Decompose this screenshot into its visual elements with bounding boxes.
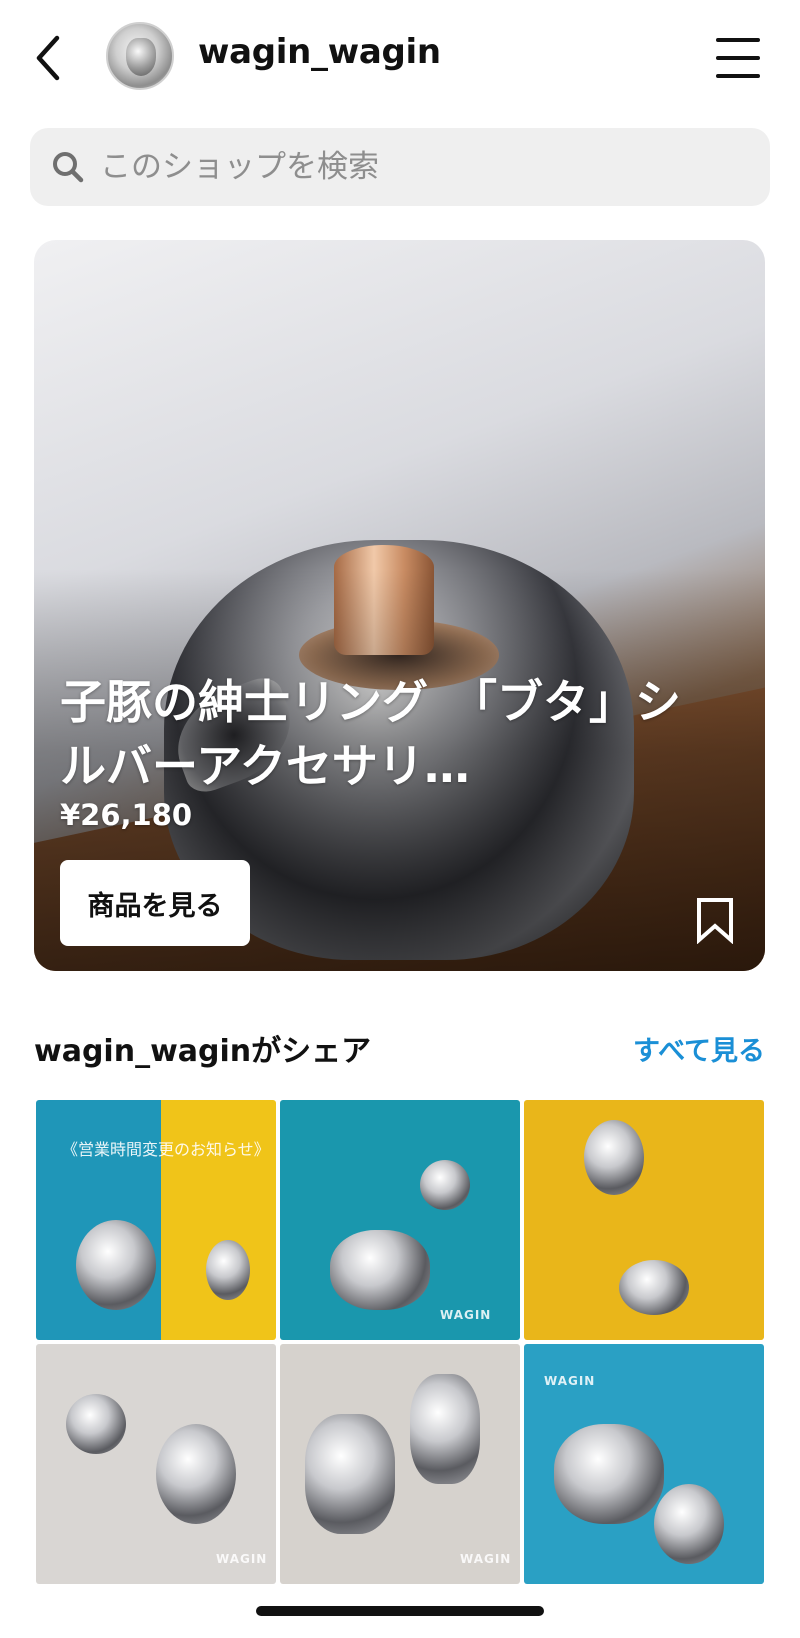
bookmark-button[interactable]: [694, 896, 736, 945]
home-indicator: [256, 1606, 544, 1616]
menu-button[interactable]: [716, 38, 764, 78]
shared-section-header: wagin_waginがシェア すべて見る: [34, 1026, 765, 1070]
watermark: WAGIN: [440, 1308, 492, 1322]
top-bar: wagin_wagin: [0, 0, 800, 115]
search-input[interactable]: [100, 149, 720, 185]
section-title: wagin_waginがシェア: [34, 1034, 372, 1069]
view-product-button[interactable]: 商品を見る: [60, 860, 250, 946]
search-bar[interactable]: [30, 128, 770, 206]
post-thumbnail-5[interactable]: WAGIN: [280, 1344, 520, 1584]
watermark: WAGIN: [544, 1374, 596, 1388]
post-thumbnail-6[interactable]: WAGIN: [524, 1344, 764, 1584]
chevron-left-icon: [36, 35, 60, 81]
product-price: ¥26,180: [60, 798, 193, 832]
back-button[interactable]: [28, 30, 68, 86]
watermark: WAGIN: [216, 1552, 268, 1566]
search-icon: [48, 147, 88, 187]
see-all-link[interactable]: すべて見る: [633, 1029, 765, 1068]
hamburger-menu-icon: [716, 38, 760, 42]
shared-posts-grid: 《営業時間変更のお知らせ》 WAGIN WAGIN WAGIN WAGIN: [36, 1100, 764, 1584]
featured-product-card[interactable]: 子豚の紳士リング 「ブタ」シルバーアクセサリ… ¥26,180 商品を見る: [34, 240, 765, 971]
post-thumbnail-2[interactable]: WAGIN: [280, 1100, 520, 1340]
avatar[interactable]: [106, 22, 174, 90]
post-caption: 《営業時間変更のお知らせ》: [62, 1140, 270, 1159]
post-thumbnail-1[interactable]: 《営業時間変更のお知らせ》: [36, 1100, 276, 1340]
post-thumbnail-4[interactable]: WAGIN: [36, 1344, 276, 1584]
bookmark-icon: [697, 898, 733, 945]
profile-username[interactable]: wagin_wagin: [198, 32, 441, 72]
product-title: 子豚の紳士リング 「ブタ」シルバーアクセサリ…: [60, 675, 681, 793]
watermark: WAGIN: [460, 1552, 512, 1566]
post-thumbnail-3[interactable]: [524, 1100, 764, 1340]
